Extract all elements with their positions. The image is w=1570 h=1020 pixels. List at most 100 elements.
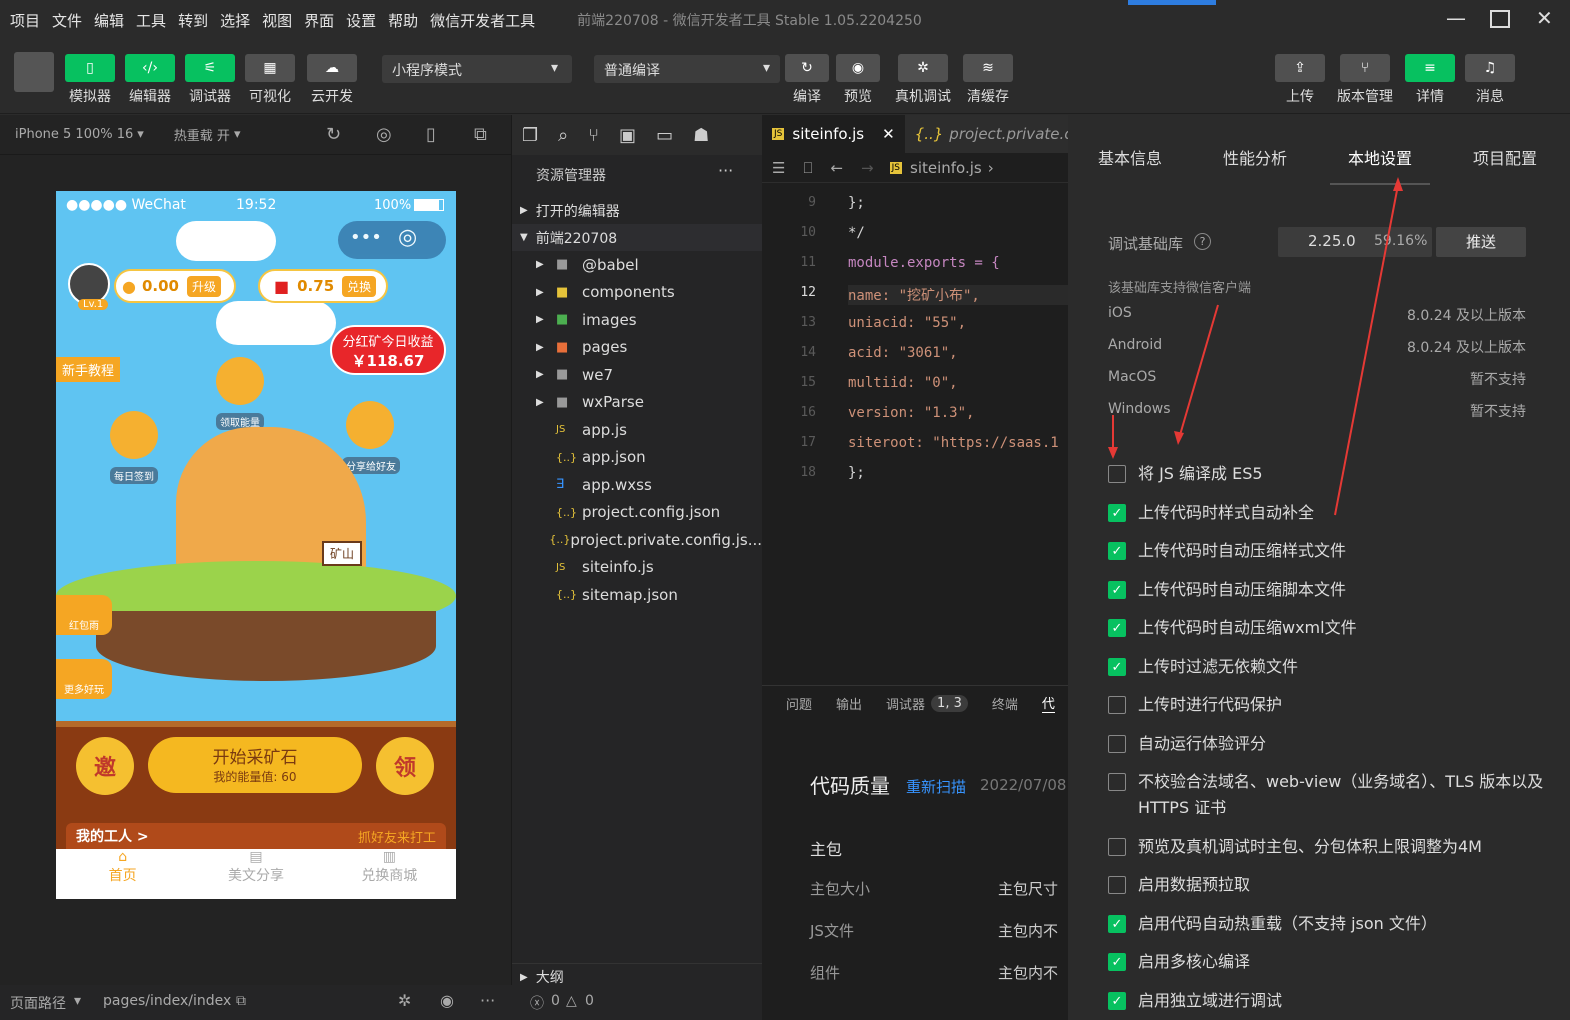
tab-output[interactable]: 输出 <box>836 694 862 713</box>
menu-goto[interactable]: 转到 <box>176 10 210 31</box>
menu-edit[interactable]: 编辑 <box>92 10 126 31</box>
bookmark-icon[interactable]: ⎕ <box>803 159 812 177</box>
menu-view[interactable]: 视图 <box>260 10 294 31</box>
clear-cache-button[interactable]: ≋ 清缓存 <box>962 54 1014 106</box>
bug-icon[interactable]: ✲ <box>398 991 411 1010</box>
phone-outline-icon[interactable]: ▯ <box>426 124 436 145</box>
tab-problems[interactable]: 问题 <box>786 694 812 713</box>
folder-item[interactable]: ▶ ■ pages <box>512 334 762 361</box>
device-select[interactable]: iPhone 5 100% 16 <box>15 127 133 142</box>
more-icon[interactable]: ··· <box>480 991 495 1010</box>
error-icon[interactable]: ⓧ <box>530 993 544 1013</box>
collect-energy-icon[interactable] <box>216 357 264 405</box>
folder-item[interactable]: ▶ ■ images <box>512 306 762 333</box>
details-button[interactable]: ≡ 详情 <box>1404 54 1456 106</box>
js-file-icon: JS <box>889 161 902 174</box>
checkin-icon[interactable] <box>110 411 158 459</box>
newbie-tag[interactable]: 新手教程 <box>56 357 121 382</box>
file-item[interactable]: JS app.js <box>512 416 762 443</box>
menu-interface[interactable]: 界面 <box>302 10 336 31</box>
tab-code-quality[interactable]: 代 <box>1041 693 1055 713</box>
redpack-rain-button[interactable]: 红包雨 <box>56 595 112 635</box>
menu-tools[interactable]: 工具 <box>134 10 168 31</box>
coin-badge[interactable]: ● 0.00 升级 <box>114 269 236 303</box>
minimize-icon[interactable]: — <box>1446 6 1466 30</box>
more-icon[interactable]: ••• <box>350 227 382 248</box>
tab-project-private[interactable]: {..}project.private.co <box>905 125 1068 143</box>
real-debug-button[interactable]: ✲ 真机调试 <box>890 54 956 106</box>
menu-devtools[interactable]: 微信开发者工具 <box>428 10 537 31</box>
rotate-icon[interactable]: ↻ <box>326 124 341 145</box>
docker-icon[interactable]: ☗ <box>693 125 709 146</box>
avatar[interactable] <box>14 52 54 92</box>
tab-terminal[interactable]: 终端 <box>992 694 1018 713</box>
folder-item[interactable]: ▶ ■ we7 <box>512 361 762 388</box>
redpack-badge[interactable]: ■ 0.75 兑换 <box>258 269 388 303</box>
claim-button[interactable]: 领 <box>376 737 434 795</box>
menu-project[interactable]: 项目 <box>8 10 42 31</box>
list-icon[interactable]: ☰ <box>772 159 785 177</box>
tab-debugger[interactable]: 调试器 <box>886 694 925 713</box>
visual-button[interactable]: ▦ 可视化 <box>244 54 296 106</box>
git-icon[interactable]: ⑂ <box>588 125 599 146</box>
dividend-badge[interactable]: 分红矿今日收益 ￥118.67 <box>330 325 446 375</box>
file-item[interactable]: {..} project.config.json <box>512 499 762 526</box>
extensions-icon[interactable]: ▣ <box>619 125 636 146</box>
page-path-label[interactable]: 页面路径 <box>10 993 66 1013</box>
capsule-menu[interactable]: ••• ◎ <box>338 221 446 259</box>
popout-icon[interactable]: ⧉ <box>474 124 487 145</box>
file-item[interactable]: JS siteinfo.js <box>512 554 762 581</box>
save-icon[interactable]: ▭ <box>656 125 673 146</box>
invite-button[interactable]: 邀 <box>76 737 134 795</box>
copy-icon[interactable]: ⧉ <box>236 993 246 1009</box>
file-item[interactable]: {..} sitemap.json <box>512 581 762 608</box>
search-icon[interactable]: ⌕ <box>558 125 568 146</box>
file-item[interactable]: ∃ app.wxss <box>512 471 762 498</box>
file-item[interactable]: {..} app.json <box>512 444 762 471</box>
editor-tabs: JSsiteinfo.js✕ {..}project.private.co <box>762 115 1068 153</box>
menu-settings[interactable]: 设置 <box>344 10 378 31</box>
back-icon[interactable]: ← <box>830 159 843 177</box>
files-icon[interactable]: ❐ <box>522 125 538 146</box>
tab-share[interactable]: ▤ 美文分享 <box>189 849 322 899</box>
simulator-button[interactable]: ▯ 模拟器 <box>64 54 116 106</box>
menu-help[interactable]: 帮助 <box>386 10 420 31</box>
tab-home[interactable]: ⌂ 首页 <box>56 849 189 899</box>
messages-button[interactable]: ♫ 消息 <box>1464 54 1516 106</box>
menu-select[interactable]: 选择 <box>218 10 252 31</box>
cloud-button[interactable]: ☁ 云开发 <box>306 54 358 106</box>
folder-item[interactable]: ▶ ■ wxParse <box>512 389 762 416</box>
menu-file[interactable]: 文件 <box>50 10 84 31</box>
panel-tabs: 问题 输出 调试器 1, 3 终端 代 <box>762 686 1068 720</box>
file-item[interactable]: {..} project.private.config.js... <box>512 526 762 553</box>
start-mining-button[interactable]: 开始采矿石 我的能量值: 60 <box>148 737 362 793</box>
compile-button[interactable]: ↻ 编译 <box>784 54 830 106</box>
version-button[interactable]: ⑂ 版本管理 <box>1330 54 1400 106</box>
more-fun-button[interactable]: 更多好玩 <box>56 659 112 699</box>
hot-reload-toggle[interactable]: 热重载 开 <box>174 125 230 144</box>
open-editors-section[interactable]: ▶ 打开的编辑器 <box>512 197 762 224</box>
forward-icon[interactable]: → <box>861 159 874 177</box>
editor-button[interactable]: ‹/› 编辑器 <box>124 54 176 106</box>
tab-mall[interactable]: ▥ 兑换商城 <box>323 849 456 899</box>
warning-icon[interactable]: △ <box>566 993 577 1009</box>
project-root[interactable]: ▼ 前端220708 <box>512 224 762 251</box>
upload-button[interactable]: ⇪ 上传 <box>1274 54 1326 106</box>
eye-icon[interactable]: ◉ <box>440 991 454 1010</box>
close-icon[interactable]: ✕ <box>1536 6 1553 30</box>
more-icon[interactable]: ··· <box>718 161 733 180</box>
preview-button[interactable]: ◉ 预览 <box>834 54 882 106</box>
wechat-share-icon[interactable] <box>346 401 394 449</box>
close-tab-icon[interactable]: ✕ <box>882 125 895 143</box>
folder-item[interactable]: ▶ ■ @babel <box>512 251 762 278</box>
line-number: 13 <box>800 315 816 330</box>
tab-siteinfo[interactable]: JS siteinfo.js ✕ <box>762 115 905 153</box>
compile-mode-select[interactable]: 普通编译 ▾ <box>594 55 780 83</box>
folder-item[interactable]: ▶ ■ components <box>512 279 762 306</box>
record-icon[interactable]: ◎ <box>376 124 392 145</box>
debugger-button[interactable]: ⚟ 调试器 <box>184 54 236 106</box>
maximize-icon[interactable] <box>1490 10 1510 28</box>
rescan-link[interactable]: 重新扫描 <box>906 776 966 797</box>
target-icon[interactable]: ◎ <box>398 225 417 250</box>
mode-select[interactable]: 小程序模式 ▾ <box>382 55 572 83</box>
